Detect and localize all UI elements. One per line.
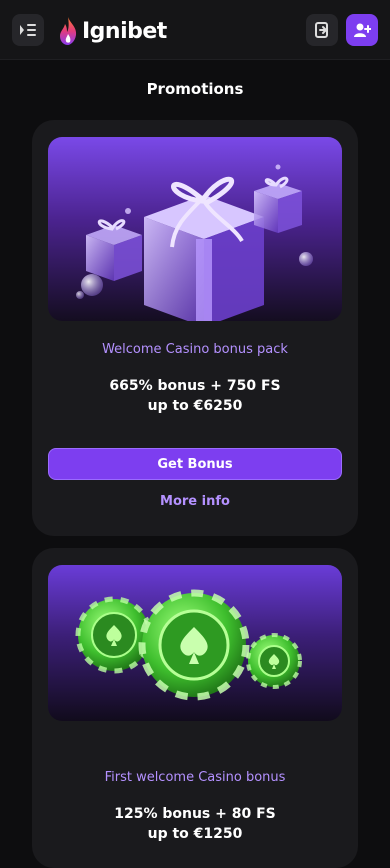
promotion-title: First welcome Casino bonus <box>104 770 286 785</box>
poker-chips-illustration <box>75 589 302 701</box>
promotion-offer-line2: up to €1250 <box>147 826 243 842</box>
flame-icon <box>60 17 77 45</box>
page-title: Promotions <box>146 80 244 98</box>
promotion-banner-gifts <box>48 137 342 321</box>
promotion-offer-line1: 125% bonus + 80 FS <box>114 806 276 822</box>
more-info-link[interactable]: More info <box>32 494 358 509</box>
promotion-card: First welcome Casino bonus 125% bonus + … <box>32 548 358 868</box>
login-icon <box>315 22 328 38</box>
register-button[interactable] <box>346 14 378 46</box>
gift-boxes-illustration <box>76 164 313 321</box>
promotion-offer-line1: 665% bonus + 750 FS <box>109 378 281 394</box>
menu-expand-icon <box>20 24 36 36</box>
promotion-card: Welcome Casino bonus pack 665% bonus + 7… <box>32 120 358 536</box>
sidebar-toggle-button[interactable] <box>12 14 44 46</box>
promotion-banner-chips <box>48 565 342 721</box>
top-bar: Ignibet <box>0 0 390 60</box>
promotion-title: Welcome Casino bonus pack <box>102 342 288 357</box>
get-bonus-button[interactable]: Get Bonus <box>48 448 342 480</box>
brand-name: Ignibet <box>82 18 167 44</box>
add-user-icon <box>354 23 371 37</box>
promotion-offer-line2: up to €6250 <box>147 398 243 414</box>
login-button[interactable] <box>306 14 338 46</box>
brand-logo[interactable]: Ignibet <box>58 14 167 48</box>
